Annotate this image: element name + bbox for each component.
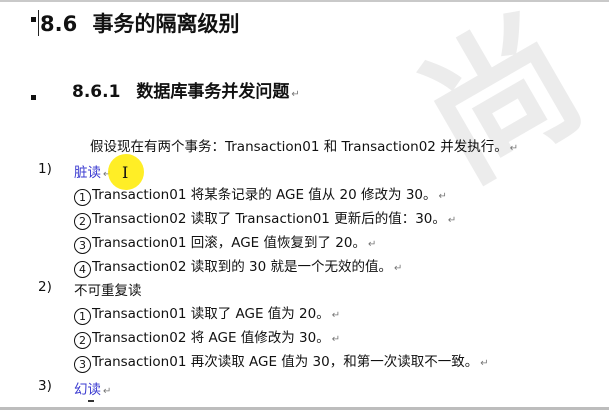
list-number: 2) [38, 279, 52, 295]
subheading-bullet [31, 95, 36, 100]
intro-text: 假设现在有两个事务：Transaction01 和 Transaction02 … [90, 139, 508, 155]
list-item-text: Transaction02 读取了 Transaction01 更新后的值：30… [92, 211, 446, 227]
list-item[interactable]: 2 Transaction02 将 AGE 值修改为 30。 ↵ [74, 326, 340, 349]
subsection-heading[interactable]: 8.6.1 数据库事务并发问题 ↵ [72, 77, 300, 102]
heading-text: 幻读 [74, 382, 101, 398]
list-heading-phantom-read[interactable]: 幻读 ↵ [74, 378, 111, 398]
intro-paragraph[interactable]: 假设现在有两个事务：Transaction01 和 Transaction02 … [90, 135, 518, 155]
circled-number: 4 [74, 261, 91, 278]
paragraph-mark: ↵ [393, 263, 403, 274]
paragraph-mark: ↵ [480, 358, 489, 369]
heading-text: 脏读 [74, 165, 101, 181]
circled-number: 2 [74, 332, 91, 349]
paragraph-mark: ↵ [367, 239, 377, 250]
list-heading-dirty-read[interactable]: 脏读↵ [74, 161, 111, 181]
circled-number: 3 [74, 356, 91, 373]
list-item[interactable]: 4 Transaction02 读取到的 30 就是一个无效的值。 ↵ [74, 255, 402, 278]
list-item[interactable]: 1 Transaction01 读取了 AGE 值为 20。 ↵ [74, 302, 340, 325]
paragraph-mark: ↵ [291, 89, 300, 100]
circled-number: 3 [74, 237, 91, 254]
list-dash [88, 400, 94, 402]
paragraph-mark: ↵ [438, 191, 447, 202]
heading-text: 不可重复读 [74, 283, 142, 299]
section-title: 事务的隔离级别 [92, 12, 240, 36]
list-item[interactable]: 1 Transaction01 将某条记录的 AGE 值从 20 修改为 30。 ↵ [74, 183, 447, 206]
circled-number: 1 [74, 189, 91, 206]
list-number: 1) [38, 161, 52, 177]
list-item-text: Transaction01 回滚，AGE 值恢复到了 20。 [92, 235, 366, 251]
section-heading[interactable]: 8.6 事务的隔离级别 [40, 8, 240, 38]
list-heading-nonrepeatable-read[interactable]: 不可重复读 [74, 279, 142, 299]
circled-number: 1 [74, 308, 91, 325]
paragraph-mark: ↵ [331, 310, 341, 321]
paragraph-mark: ↵ [509, 143, 519, 154]
subsection-number: 8.6.1 [72, 82, 121, 102]
list-item-text: Transaction01 再次读取 AGE 值为 30，和第一次读取不一致。 [92, 354, 479, 370]
list-item[interactable]: 3 Transaction01 再次读取 AGE 值为 30，和第一次读取不一致。… [74, 350, 489, 373]
paragraph-mark: ↵ [331, 334, 341, 345]
heading-bullet [31, 17, 36, 22]
list-item[interactable]: 3 Transaction01 回滚，AGE 值恢复到了 20。 ↵ [74, 231, 376, 254]
paragraph-mark: ↵ [447, 215, 457, 226]
subsection-title: 数据库事务并发问题 [136, 82, 290, 102]
paragraph-mark: ↵ [103, 386, 112, 397]
list-item-text: Transaction01 将某条记录的 AGE 值从 20 修改为 30。 [92, 187, 437, 203]
circled-number: 2 [74, 213, 91, 230]
list-item-text: Transaction01 读取了 AGE 值为 20。 [92, 306, 330, 322]
top-border [0, 0, 609, 2]
list-item-text: Transaction02 读取到的 30 就是一个无效的值。 [92, 259, 392, 275]
list-item-text: Transaction02 将 AGE 值修改为 30。 [92, 330, 330, 346]
list-number: 3) [38, 378, 52, 394]
text-caret [38, 10, 39, 36]
document-page: 尚 8.6 事务的隔离级别 8.6.1 数据库事务并发问题 ↵ 假设现在有两个事务… [0, 0, 609, 410]
text-cursor-icon: I [122, 163, 129, 182]
list-item[interactable]: 2 Transaction02 读取了 Transaction01 更新后的值：3… [74, 207, 456, 230]
section-number: 8.6 [40, 12, 78, 36]
